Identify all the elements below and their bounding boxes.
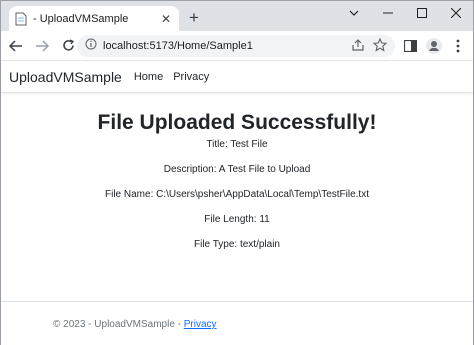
site-footer: © 2023 - UploadVMSample - Privacy [1, 301, 473, 345]
page-icon [15, 12, 27, 26]
web-page: UploadVMSample Home Privacy File Uploade… [1, 62, 473, 345]
tab-strip: - UploadVMSample ✕ + [1, 1, 473, 31]
file-title: Title: Test File [206, 139, 268, 150]
main-content: File Uploaded Successfully! Title: Test … [1, 111, 473, 250]
page-heading: File Uploaded Successfully! [97, 111, 377, 134]
url-text: localhost:5173/Home/Sample1 [103, 40, 253, 52]
file-name: File Name: C:\Users\psher\AppData\Local\… [105, 189, 369, 200]
browser-tab[interactable]: - UploadVMSample ✕ [9, 6, 179, 31]
reload-icon[interactable] [57, 35, 79, 57]
file-description: Description: A Test File to Upload [163, 164, 311, 175]
site-navbar: UploadVMSample Home Privacy [1, 62, 473, 93]
side-panel-icon[interactable] [401, 35, 419, 57]
menu-kebab-icon[interactable] [449, 35, 467, 57]
close-tab-icon[interactable]: ✕ [159, 12, 173, 26]
address-bar[interactable]: localhost:5173/Home/Sample1 [77, 35, 395, 57]
new-tab-icon[interactable]: + [185, 8, 203, 27]
minimize-icon[interactable] [371, 1, 405, 25]
share-icon[interactable] [351, 38, 365, 57]
file-type: File Type: text/plain [194, 239, 280, 250]
site-info-icon[interactable] [85, 37, 97, 55]
profile-avatar-icon[interactable] [425, 35, 443, 57]
copyright-text: © 2023 - UploadVMSample - [53, 319, 184, 330]
footer-privacy-link[interactable]: Privacy [184, 319, 217, 330]
maximize-icon[interactable] [405, 1, 439, 25]
browser-toolbar: localhost:5173/Home/Sample1 [1, 31, 473, 61]
tab-search-icon[interactable] [337, 1, 371, 25]
back-icon[interactable] [5, 35, 27, 57]
site-brand[interactable]: UploadVMSample [9, 69, 122, 85]
file-length: File Length: 11 [204, 214, 270, 225]
bookmark-star-icon[interactable] [372, 37, 388, 57]
close-window-icon[interactable] [439, 1, 473, 25]
footer-text: © 2023 - UploadVMSample - Privacy [53, 319, 217, 330]
forward-icon[interactable] [31, 35, 53, 57]
tab-title: - UploadVMSample [33, 12, 129, 25]
browser-window: - UploadVMSample ✕ + localhost:5173/Home… [0, 0, 474, 345]
window-controls [337, 1, 473, 25]
nav-link-home[interactable]: Home [134, 71, 163, 83]
nav-link-privacy[interactable]: Privacy [173, 71, 209, 83]
